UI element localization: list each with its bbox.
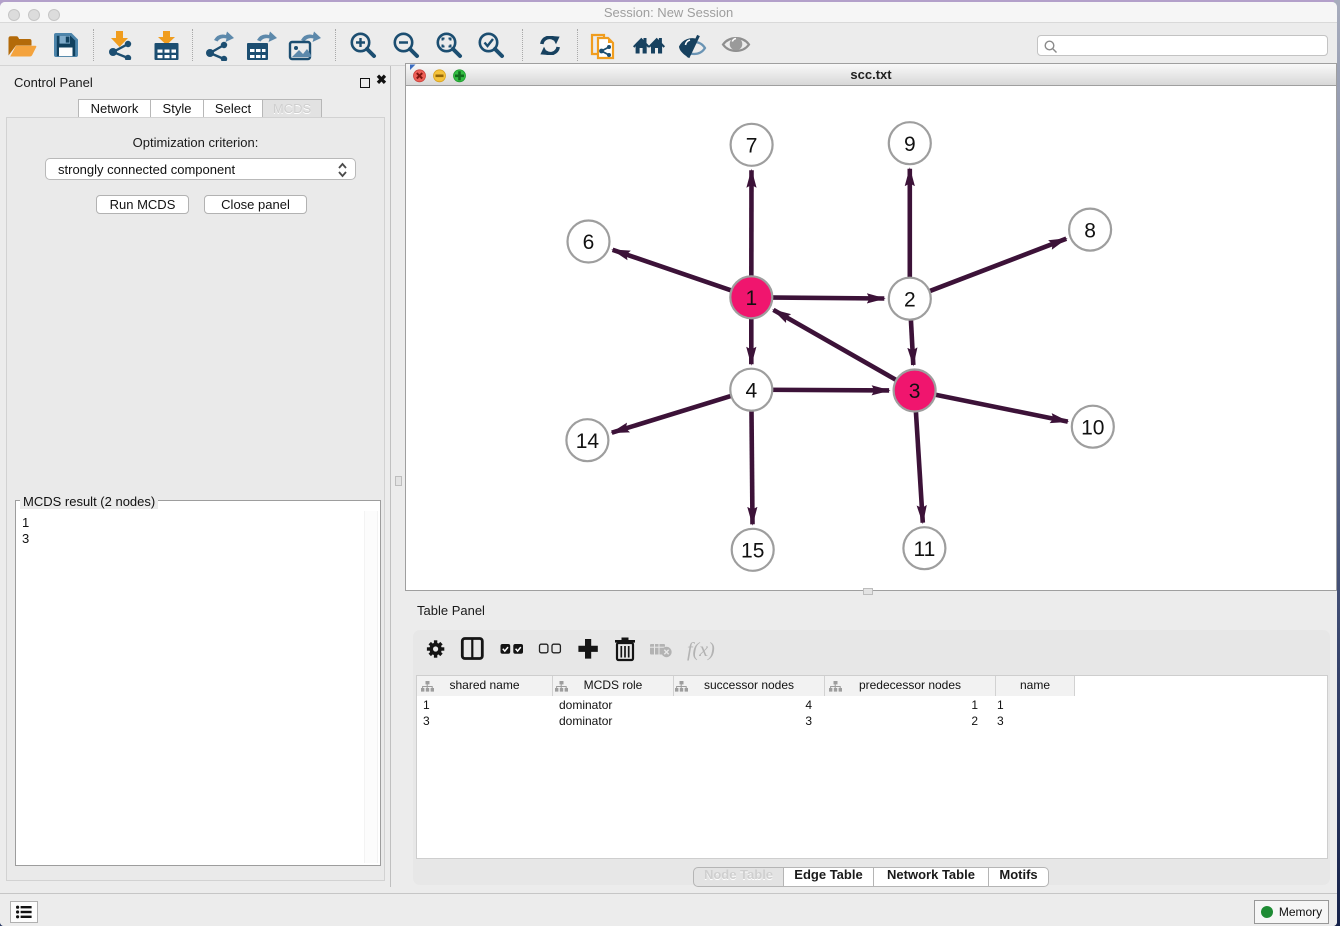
svg-text:11: 11 xyxy=(913,538,935,561)
svg-text:2: 2 xyxy=(904,288,916,311)
svg-text:1: 1 xyxy=(745,287,757,310)
svg-text:3: 3 xyxy=(909,380,921,403)
svg-text:10: 10 xyxy=(1081,416,1104,439)
svg-text:8: 8 xyxy=(1084,219,1096,242)
svg-text:6: 6 xyxy=(583,231,595,254)
svg-text:f(x): f(x) xyxy=(687,639,715,661)
svg-text:9: 9 xyxy=(904,133,916,156)
svg-text:14: 14 xyxy=(576,430,600,453)
svg-text:15: 15 xyxy=(741,540,764,563)
svg-text:7: 7 xyxy=(746,135,758,158)
svg-text:4: 4 xyxy=(745,379,757,402)
